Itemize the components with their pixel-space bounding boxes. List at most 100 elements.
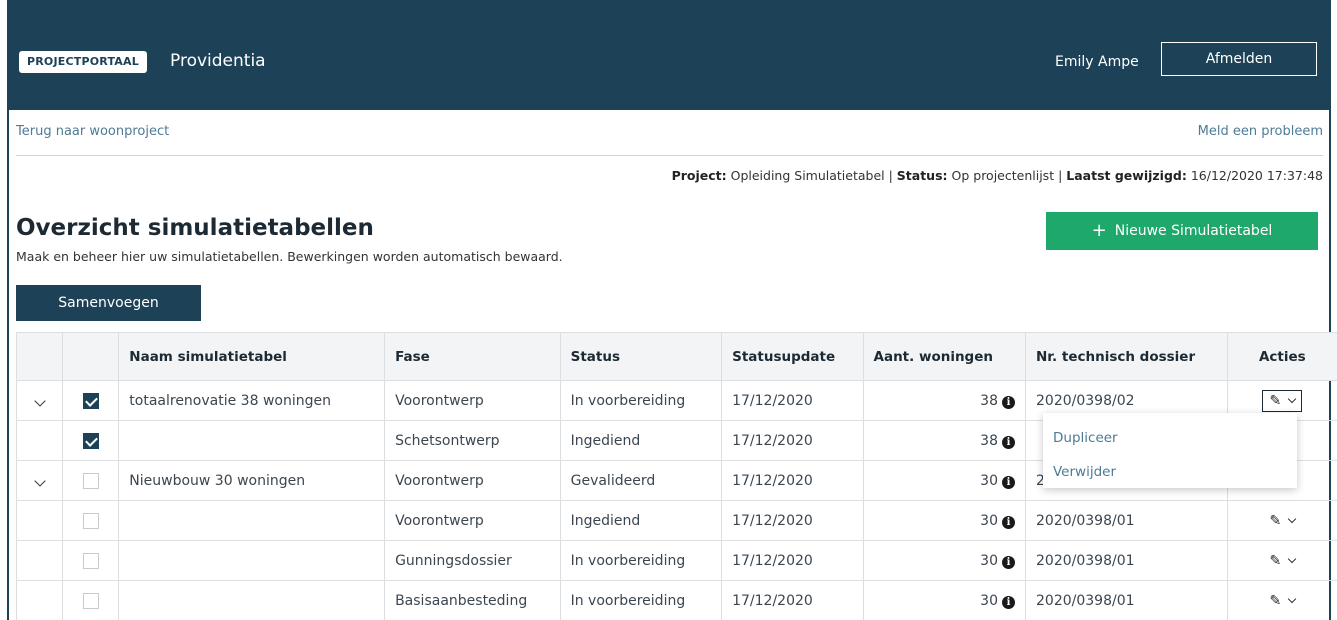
- merge-button[interactable]: Samenvoegen: [16, 285, 201, 321]
- logout-button[interactable]: Afmelden: [1161, 42, 1317, 76]
- woningen-cell: 30 i: [862, 580, 1027, 620]
- top-bar: PROJECTPORTAAL Providentia Emily Ampe Af…: [9, 0, 1329, 110]
- status-cell: In voorbereiding: [559, 580, 723, 620]
- woningen-cell: 30 i: [862, 500, 1027, 541]
- select-cell[interactable]: [62, 500, 120, 541]
- header-fase[interactable]: Fase: [384, 332, 561, 381]
- divider: [16, 155, 1323, 156]
- statusupdate-cell: 17/12/2020: [721, 540, 864, 581]
- name-cell: [118, 540, 386, 581]
- status-cell: In voorbereiding: [559, 540, 723, 581]
- status-cell: Ingediend: [559, 420, 723, 461]
- woningen-value: 30: [980, 552, 998, 569]
- header-dossier[interactable]: Nr. technisch dossier: [1025, 332, 1228, 381]
- expand-cell[interactable]: [15, 460, 64, 501]
- pencil-icon[interactable]: ✎: [1269, 553, 1281, 569]
- pencil-icon[interactable]: ✎: [1269, 393, 1281, 409]
- app-frame: PROJECTPORTAAL Providentia Emily Ampe Af…: [7, 0, 1337, 620]
- delete-menu-item[interactable]: Verwijder: [1043, 455, 1297, 489]
- project-label: Project:: [671, 168, 727, 183]
- table-row: Gunningsdossier In voorbereiding 17/12/202…: [15, 540, 1337, 581]
- chevron-down-icon[interactable]: [1287, 554, 1297, 564]
- expand-cell: [15, 580, 64, 620]
- pencil-icon[interactable]: ✎: [1269, 593, 1281, 609]
- app-name: Providentia: [170, 51, 266, 71]
- woningen-value: 30: [980, 472, 998, 489]
- table-header-row: Naam simulatietabel Fase Status Statusup…: [15, 332, 1337, 381]
- expand-cell: [15, 500, 64, 541]
- chevron-down-icon[interactable]: [1287, 594, 1297, 604]
- actions-cell: ✎: [1226, 500, 1337, 541]
- chevron-down-icon[interactable]: [1287, 514, 1297, 524]
- row-actions[interactable]: ✎: [1269, 513, 1297, 529]
- woningen-value: 38: [980, 392, 998, 409]
- dossier-cell: 2020/0398/01: [1025, 540, 1228, 581]
- row-checkbox[interactable]: [82, 392, 99, 409]
- select-cell[interactable]: [62, 420, 120, 461]
- info-icon[interactable]: i: [1002, 435, 1015, 449]
- portal-badge[interactable]: PROJECTPORTAAL: [19, 51, 147, 73]
- row-checkbox[interactable]: [82, 512, 99, 529]
- fase-cell: Schetsontwerp: [384, 420, 561, 461]
- actions-dropdown-menu: Dupliceer Verwijder: [1043, 413, 1297, 488]
- header-select: [62, 332, 120, 381]
- fase-cell: Voorontwerp: [384, 500, 561, 541]
- woningen-cell: 38 i: [862, 420, 1027, 461]
- row-checkbox[interactable]: [82, 432, 99, 449]
- fase-cell: Gunningsdossier: [384, 540, 561, 581]
- info-icon[interactable]: i: [1002, 475, 1015, 489]
- woningen-cell: 30 i: [862, 460, 1027, 501]
- row-actions[interactable]: ✎: [1269, 553, 1297, 569]
- chevron-down-icon[interactable]: [33, 394, 46, 407]
- woningen-value: 30: [980, 592, 998, 609]
- chevron-down-icon[interactable]: [1287, 394, 1297, 404]
- select-cell[interactable]: [62, 380, 120, 421]
- select-cell[interactable]: [62, 460, 120, 501]
- statusupdate-cell: 17/12/2020: [721, 580, 864, 620]
- expand-cell[interactable]: [15, 380, 64, 421]
- chevron-down-icon[interactable]: [33, 474, 46, 487]
- report-problem-link[interactable]: Meld een probleem: [1198, 123, 1323, 141]
- woningen-value: 30: [980, 512, 998, 529]
- row-actions[interactable]: ✎: [1262, 389, 1303, 412]
- duplicate-menu-item[interactable]: Dupliceer: [1043, 421, 1297, 455]
- pencil-icon[interactable]: ✎: [1269, 513, 1281, 529]
- actions-cell: ✎: [1226, 580, 1337, 620]
- fase-cell: Basisaanbesteding: [384, 580, 561, 620]
- fase-cell: Voorontwerp: [384, 380, 561, 421]
- row-checkbox[interactable]: [82, 552, 99, 569]
- select-cell[interactable]: [62, 540, 120, 581]
- header-name[interactable]: Naam simulatietabel: [118, 332, 386, 381]
- page-title: Overzicht simulatietabellen: [16, 215, 374, 241]
- woningen-cell: 38 i: [862, 380, 1027, 421]
- header-status[interactable]: Status: [559, 332, 723, 381]
- info-icon[interactable]: i: [1002, 555, 1015, 569]
- modified-label: Laatst gewijzigd:: [1066, 168, 1187, 183]
- row-actions[interactable]: ✎: [1269, 593, 1297, 609]
- header-statusupdate[interactable]: Statusupdate: [721, 332, 864, 381]
- row-checkbox[interactable]: [82, 472, 99, 489]
- header-woningen[interactable]: Aant. woningen: [862, 332, 1027, 381]
- row-checkbox[interactable]: [82, 592, 99, 609]
- header-expand: [15, 332, 64, 381]
- statusupdate-cell: 17/12/2020: [721, 500, 864, 541]
- project-value: Opleiding Simulatietabel: [730, 168, 885, 183]
- dossier-cell: 2020/0398/01: [1025, 500, 1228, 541]
- fase-cell: Voorontwerp: [384, 460, 561, 501]
- status-cell: In voorbereiding: [559, 380, 723, 421]
- new-simulation-table-button[interactable]: + Nieuwe Simulatietabel: [1046, 212, 1318, 250]
- info-icon[interactable]: i: [1002, 595, 1015, 609]
- info-icon[interactable]: i: [1002, 515, 1015, 529]
- page-subtitle: Maak en beheer hier uw simulatietabellen…: [16, 249, 563, 264]
- expand-cell: [15, 420, 64, 461]
- status-value: Op projectenlijst: [951, 168, 1055, 183]
- back-link[interactable]: Terug naar woonproject: [16, 123, 169, 141]
- name-cell: [118, 420, 386, 461]
- status-cell: Gevalideerd: [559, 460, 723, 501]
- woningen-value: 38: [980, 432, 998, 449]
- modified-value: 16/12/2020 17:37:48: [1190, 168, 1323, 183]
- dossier-cell: 2020/0398/01: [1025, 580, 1228, 620]
- select-cell[interactable]: [62, 580, 120, 620]
- table-row: Voorontwerp Ingediend 17/12/2020 30 i 2020/03…: [15, 500, 1337, 541]
- info-icon[interactable]: i: [1002, 395, 1015, 409]
